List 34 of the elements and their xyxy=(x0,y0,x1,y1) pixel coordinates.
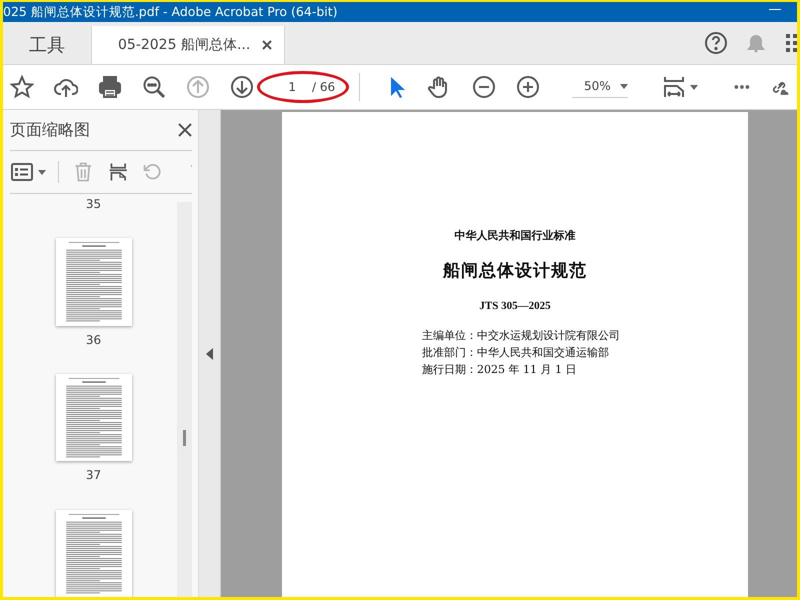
star-icon[interactable] xyxy=(10,75,34,99)
page-thumbnail[interactable] xyxy=(56,374,132,462)
minimize-button[interactable] xyxy=(769,8,781,10)
search-icon[interactable] xyxy=(142,75,166,99)
page-number-label: 35 xyxy=(86,196,102,213)
print-icon[interactable] xyxy=(98,75,122,99)
list-view-icon[interactable] xyxy=(10,161,34,183)
panel-title: 页面缩略图 xyxy=(10,120,90,140)
document-title: 船闸总体设计规范 xyxy=(443,260,587,282)
zoom-out-icon[interactable] xyxy=(472,75,496,99)
window-title: 025 船闸总体设计规范.pdf - Adobe Acrobat Pro (64-bit) xyxy=(3,4,338,20)
tab[interactable]: 05-2025 船闸总体... xyxy=(92,26,286,64)
document-header: 中华人民共和国行业标准 xyxy=(454,228,576,243)
collapse-arrow-icon[interactable] xyxy=(206,348,213,360)
page-thumbnail[interactable] xyxy=(56,238,132,326)
page-fit-icon xyxy=(662,75,686,99)
page-thumbnail[interactable] xyxy=(56,510,132,597)
document-info-line: 施行日期：2025 年 11 月 1 日 xyxy=(422,362,578,377)
document-info-line: 批准部门：中华人民共和国交通运输部 xyxy=(422,345,610,360)
close-tab-icon[interactable] xyxy=(262,40,272,50)
page-total: / 66 xyxy=(312,80,336,94)
page-fit-button[interactable] xyxy=(662,75,698,99)
document-info-line: 主编单位：中交水运规划设计院有限公司 xyxy=(422,328,620,343)
more-icon[interactable] xyxy=(734,83,750,91)
document-code: JTS 305—2025 xyxy=(479,300,551,312)
close-panel-icon[interactable] xyxy=(178,123,192,137)
app-grid-icon[interactable] xyxy=(784,32,797,54)
page-number-label: 37 xyxy=(86,467,102,484)
zoom-dropdown[interactable]: 50% xyxy=(572,76,628,98)
hand-icon[interactable] xyxy=(426,75,450,99)
help-icon[interactable] xyxy=(704,31,728,55)
zoom-in-icon[interactable] xyxy=(516,75,540,99)
page-number-label: 36 xyxy=(86,332,102,349)
scrollbar-thumb[interactable] xyxy=(183,430,186,446)
